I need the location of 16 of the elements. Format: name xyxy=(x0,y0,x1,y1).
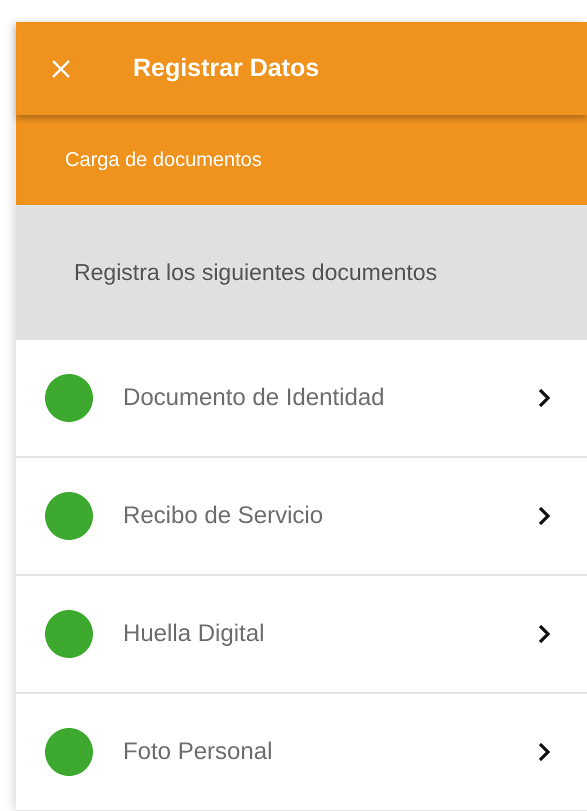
chevron-icon xyxy=(537,387,551,409)
chevron-icon xyxy=(537,505,551,527)
document-item[interactable]: Foto Personal xyxy=(16,694,587,811)
document-label: Recibo de Servicio xyxy=(123,502,324,530)
chevron-icon xyxy=(537,741,551,763)
screen-title: Registrar Datos xyxy=(133,54,320,83)
section-heading: Registra los siguientes documentos xyxy=(74,259,438,286)
document-item[interactable]: Recibo de Servicio xyxy=(16,458,587,576)
document-label: Foto Personal xyxy=(123,738,274,766)
document-item[interactable]: Documento de Identidad xyxy=(16,340,587,458)
close-icon[interactable] xyxy=(51,58,71,78)
chevron-icon xyxy=(537,623,551,645)
document-label: Documento de Identidad xyxy=(123,384,386,412)
document-label: Huella Digital xyxy=(123,620,266,648)
document-item[interactable]: Huella Digital xyxy=(16,576,587,694)
subheader-label: Carga de documentos xyxy=(65,148,262,172)
